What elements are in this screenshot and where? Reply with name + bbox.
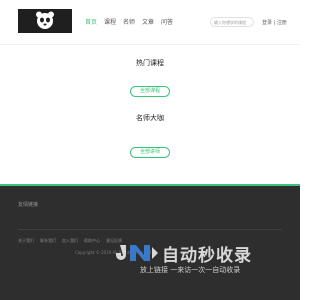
nav-item-courses[interactable]: 课程: [104, 17, 123, 26]
watermark: 自动秒收录 放上链接 一来访一次一自动收录: [116, 241, 286, 289]
footer-accent-bar: [0, 184, 300, 186]
footer-link[interactable]: 帮助中心: [84, 238, 100, 244]
friend-links-title: 友情链接: [18, 202, 39, 208]
header-divider: [0, 44, 300, 45]
nav-item-qa[interactable]: 问答: [161, 17, 180, 26]
main-nav: 首页 课程 名师 文章 问答: [85, 17, 180, 26]
search-input[interactable]: 输入你想学的课程: [210, 17, 254, 27]
watermark-subtitle: 放上链接 一来访一次一自动收录: [140, 266, 241, 274]
all-courses-button[interactable]: 全部课程: [130, 86, 170, 97]
panda-logo-icon: [36, 11, 54, 29]
nav-item-articles[interactable]: 文章: [142, 17, 161, 26]
hot-courses-title: 热门课程: [136, 59, 164, 67]
nav-item-home[interactable]: 首页: [85, 17, 104, 26]
site-logo[interactable]: [18, 9, 72, 33]
famous-teachers-title: 名师大咖: [136, 114, 164, 122]
nav-item-teachers[interactable]: 名师: [123, 17, 142, 26]
footer-link[interactable]: 关于我们: [18, 238, 34, 244]
footer-link[interactable]: 联系我们: [40, 238, 56, 244]
footer-links: 关于我们 联系我们 加入我们 帮助中心 意见反馈: [18, 238, 122, 244]
watermark-title: 自动秒收录: [162, 246, 252, 265]
footer-divider: [18, 229, 282, 230]
footer: 友情链接 关于我们 联系我们 加入我们 帮助中心 意见反馈 Copyright …: [0, 184, 300, 300]
footer-link[interactable]: 加入我们: [62, 238, 78, 244]
header: 首页 课程 名师 文章 问答 输入你想学的课程 登录 | 注册: [0, 0, 300, 44]
login-register-link[interactable]: 登录 | 注册: [262, 19, 287, 26]
watermark-logo-icon: [116, 245, 158, 261]
all-teachers-button[interactable]: 全部讲师: [130, 147, 170, 158]
